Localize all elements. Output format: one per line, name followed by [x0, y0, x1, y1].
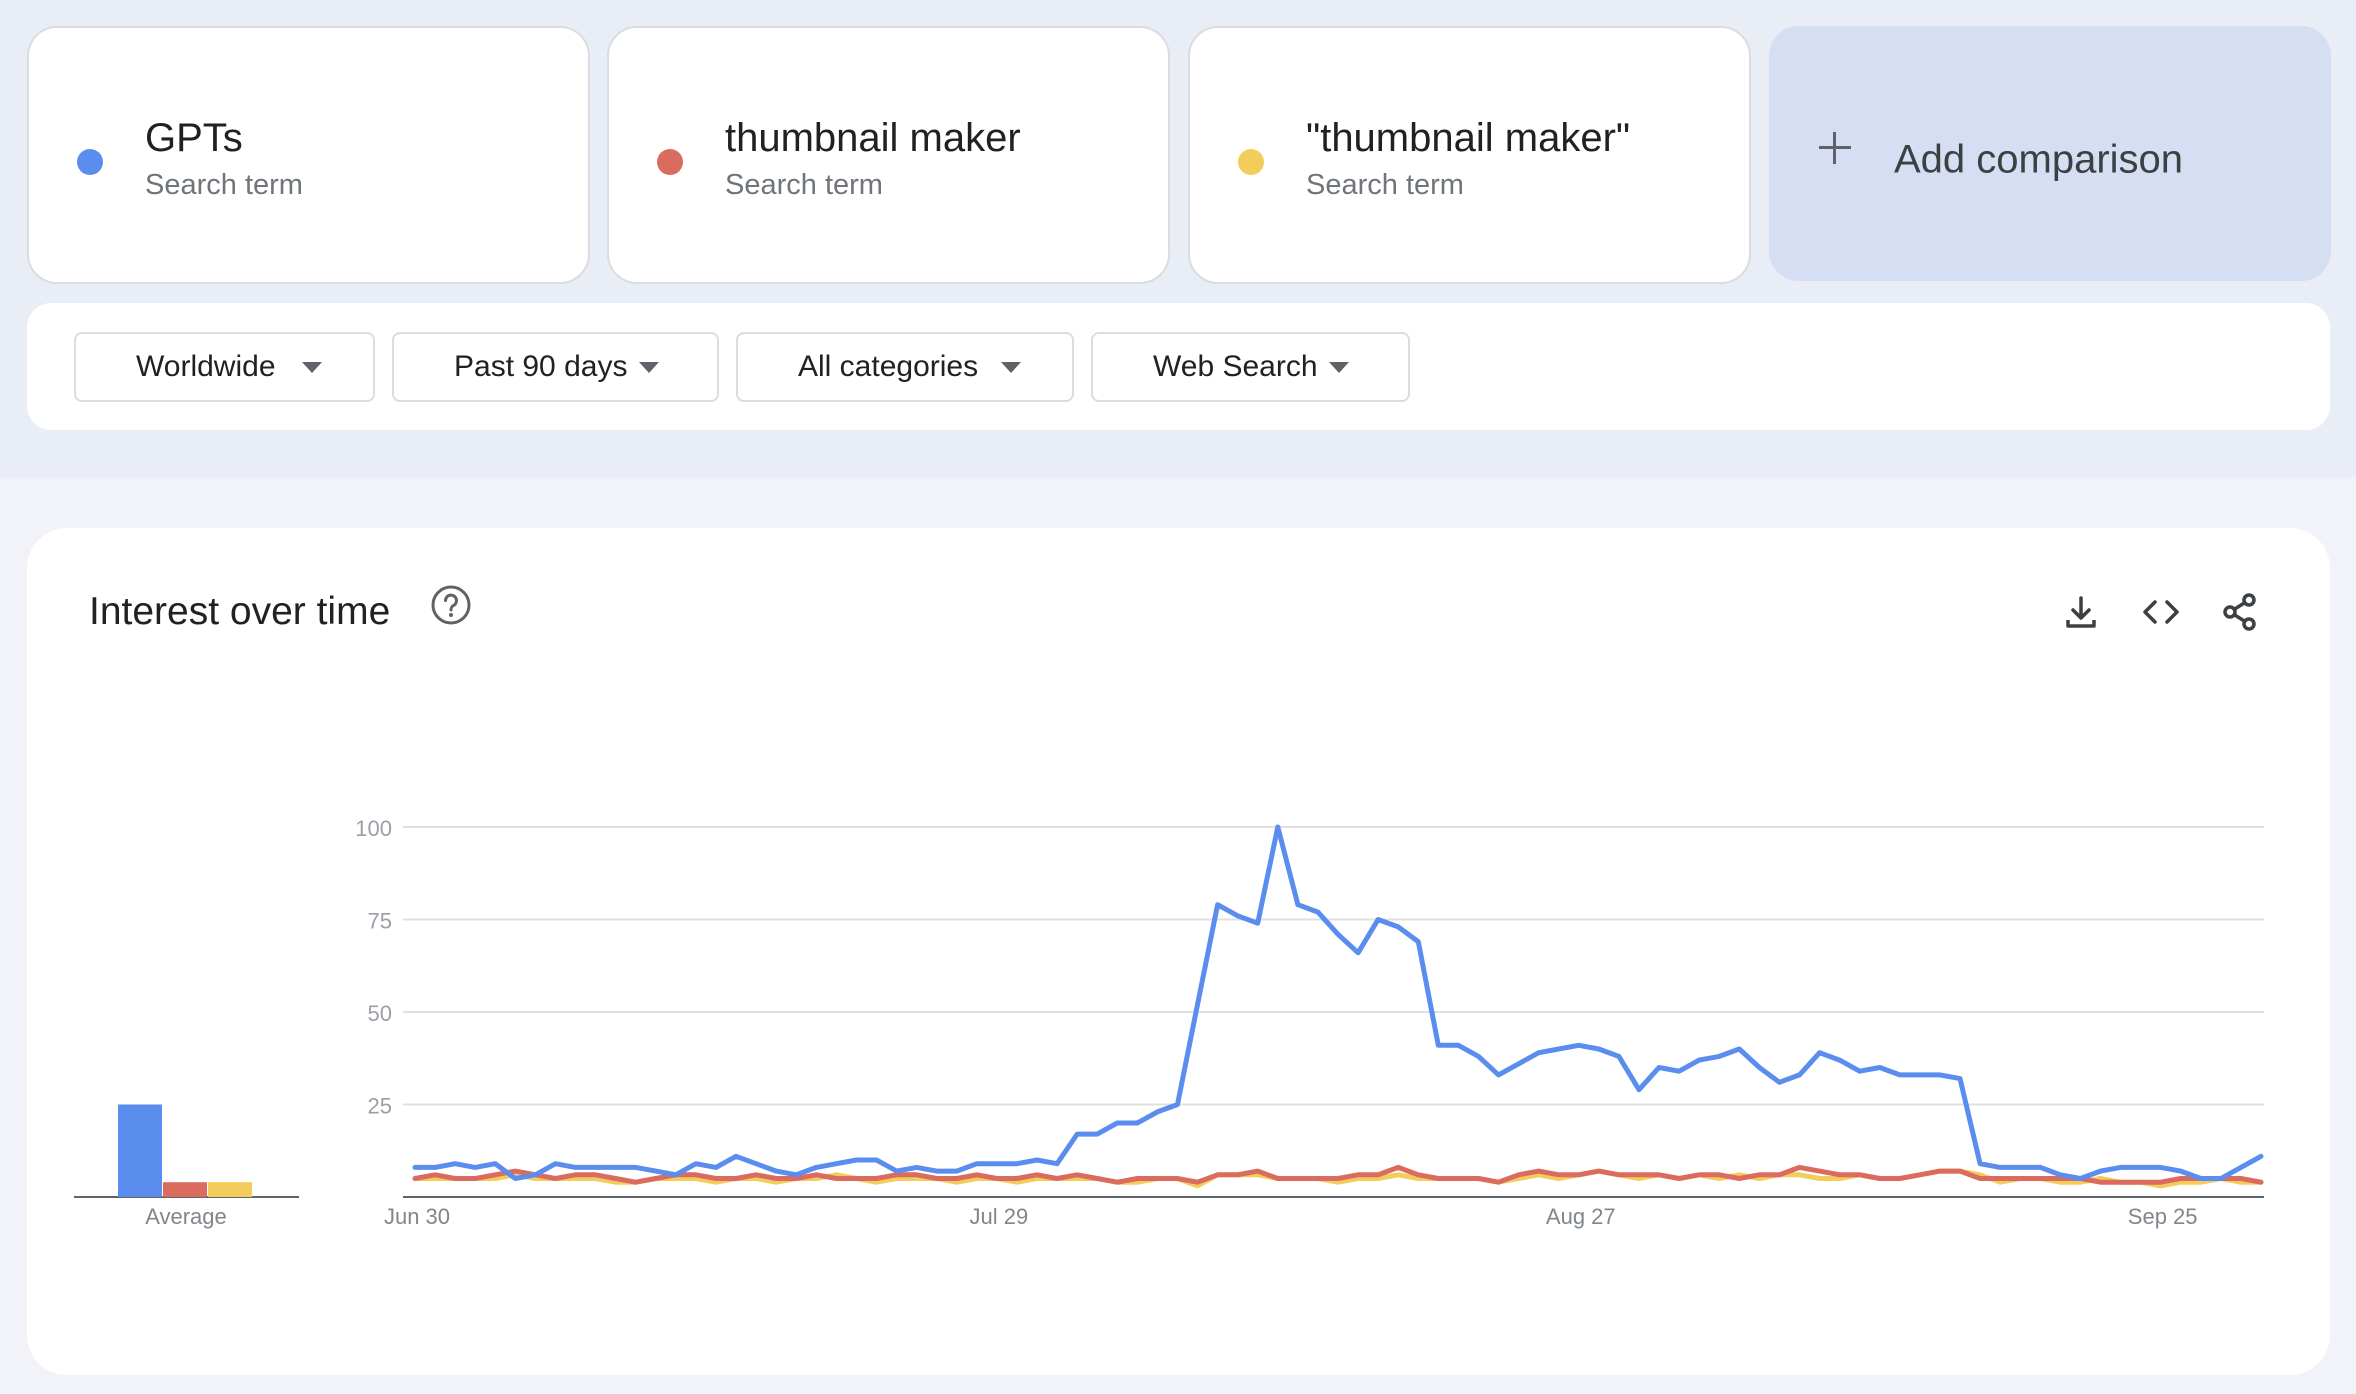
category-filter[interactable]: All categories	[736, 332, 1074, 402]
y-tick-label: 100	[355, 816, 392, 841]
average-label: Average	[145, 1204, 227, 1229]
term-card-thumbnail-maker[interactable]: thumbnail maker Search term	[607, 26, 1170, 284]
average-bar	[208, 1182, 252, 1197]
interest-over-time-chart: 25 50 75 100 Jun 30 Jul 29 Aug 27 Sep 25 Average	[74, 816, 2264, 1229]
caret-down-icon	[1001, 362, 1021, 373]
filter-label: All categories	[798, 350, 979, 383]
series-color-dot	[1238, 149, 1264, 175]
average-bar	[163, 1182, 207, 1197]
y-tick-label: 25	[368, 1094, 392, 1119]
x-tick-label: Jun 30	[384, 1204, 450, 1229]
term-type: Search term	[145, 169, 303, 201]
plus-icon	[1819, 132, 1851, 164]
add-comparison-label: Add comparison	[1894, 137, 2184, 182]
series-line	[412, 824, 2264, 1181]
series-color-dot	[657, 149, 683, 175]
y-tick-label: 50	[368, 1001, 392, 1026]
caret-down-icon	[302, 362, 322, 373]
filter-bar: Worldwide Past 90 days All categories We…	[27, 303, 2330, 430]
average-bar	[118, 1104, 162, 1197]
x-tick-label: Sep 25	[2128, 1204, 2198, 1229]
series-color-dot	[77, 149, 103, 175]
filter-label: Past 90 days	[454, 350, 628, 383]
term-type: Search term	[1306, 169, 1464, 201]
search-type-filter[interactable]: Web Search	[1091, 332, 1410, 402]
term-card-thumbnail-maker-quoted[interactable]: "thumbnail maker" Search term	[1188, 26, 1751, 284]
add-comparison-button[interactable]: Add comparison	[1769, 26, 2331, 281]
x-tick-label: Aug 27	[1546, 1204, 1616, 1229]
filter-label: Web Search	[1153, 350, 1318, 383]
time-range-filter[interactable]: Past 90 days	[392, 332, 719, 402]
term-type: Search term	[725, 169, 883, 201]
filter-label: Worldwide	[136, 350, 276, 383]
interest-over-time-panel: Interest over time 25 50 75 100 Jun 30 Jul 29…	[27, 528, 2330, 1375]
caret-down-icon	[639, 362, 659, 373]
term-name: "thumbnail maker"	[1306, 116, 1631, 160]
term-name: thumbnail maker	[725, 116, 1021, 160]
caret-down-icon	[1329, 362, 1349, 373]
term-name: GPTs	[145, 116, 243, 160]
x-tick-label: Jul 29	[970, 1204, 1029, 1229]
y-tick-label: 75	[368, 909, 392, 934]
term-card-gpts[interactable]: GPTs Search term	[27, 26, 590, 284]
location-filter[interactable]: Worldwide	[74, 332, 375, 402]
